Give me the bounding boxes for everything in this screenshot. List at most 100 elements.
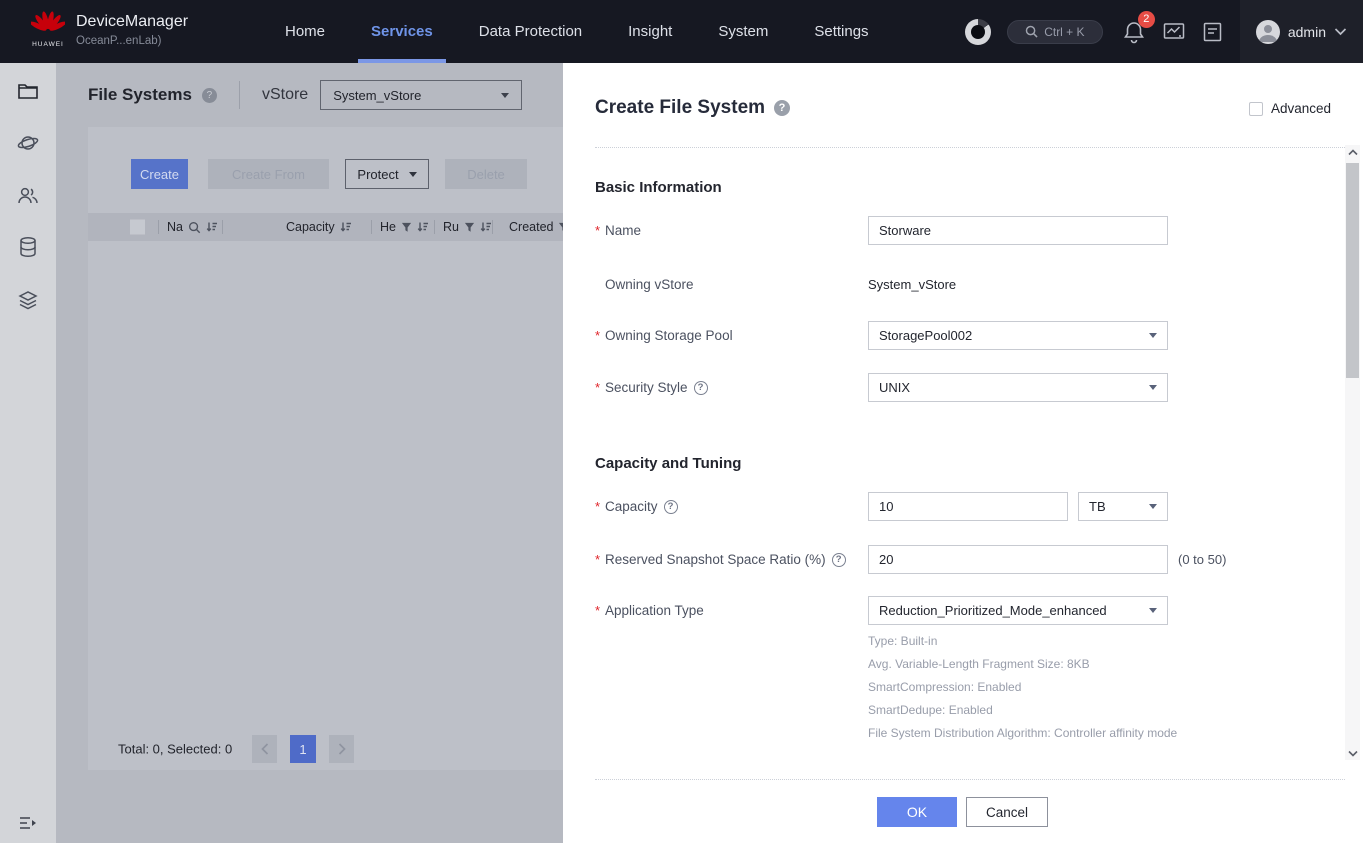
ok-button[interactable]: OK: [877, 797, 957, 827]
topbar: HUAWEI DeviceManager OceanP...enLab) Hom…: [0, 0, 1363, 63]
advanced-toggle[interactable]: Advanced: [1249, 101, 1331, 116]
huawei-logo: HUAWEI: [26, 9, 70, 48]
column-name[interactable]: Na: [167, 220, 218, 234]
owning-pool-row: * Owning Storage Pool StoragePool002: [595, 321, 1345, 350]
alarms-button[interactable]: 2: [1123, 20, 1145, 44]
sort-icon[interactable]: [340, 221, 352, 233]
detail-line: File System Distribution Algorithm: Cont…: [868, 722, 1177, 745]
folder-icon: [17, 81, 39, 101]
vstore-select[interactable]: System_vStore: [320, 80, 522, 110]
column-health[interactable]: He: [380, 220, 429, 234]
performance-button[interactable]: [1163, 22, 1185, 42]
advanced-checkbox[interactable]: [1249, 102, 1263, 116]
sidebar-collapse-button[interactable]: [19, 816, 37, 835]
column-created[interactable]: Created: [509, 220, 569, 234]
security-style-select[interactable]: UNIX: [868, 373, 1168, 402]
application-type-select[interactable]: Reduction_Prioritized_Mode_enhanced: [868, 596, 1168, 625]
tasks-button[interactable]: [1203, 22, 1222, 42]
dialog-scrollbar[interactable]: [1345, 145, 1360, 760]
filter-icon[interactable]: [464, 222, 475, 233]
nav-system[interactable]: System: [695, 0, 791, 63]
caret-down-icon: [1149, 504, 1157, 509]
scroll-up-button[interactable]: [1345, 145, 1360, 159]
sidebar-item-resources[interactable]: [14, 285, 42, 313]
security-style-label: * Security Style ?: [595, 380, 868, 395]
chevron-left-icon: [261, 743, 269, 755]
search-icon: [1025, 25, 1038, 38]
capacity-tuning-heading: Capacity and Tuning: [595, 455, 741, 472]
capacity-input[interactable]: [868, 492, 1068, 521]
protect-button[interactable]: Protect: [345, 159, 429, 189]
top-divider: [595, 147, 1345, 148]
security-style-row: * Security Style ? UNIX: [595, 373, 1345, 402]
scroll-down-button[interactable]: [1345, 746, 1360, 760]
sort-icon[interactable]: [206, 221, 218, 233]
name-input[interactable]: [868, 216, 1168, 245]
pagination-page-1[interactable]: 1: [290, 735, 316, 763]
owning-pool-select[interactable]: StoragePool002: [868, 321, 1168, 350]
task-list-icon: [1203, 22, 1222, 42]
detail-line: Type: Built-in: [868, 630, 1177, 653]
snapshot-ratio-help-icon[interactable]: ?: [832, 553, 846, 567]
sort-icon[interactable]: [480, 221, 492, 233]
sidebar-item-filesystems[interactable]: [14, 77, 42, 105]
required-marker: *: [595, 328, 605, 343]
chevron-up-icon: [1348, 149, 1358, 156]
application-type-details: Type: Built-in Avg. Variable-Length Frag…: [868, 630, 1177, 745]
global-search[interactable]: Ctrl + K: [1007, 20, 1103, 44]
filter-icon[interactable]: [401, 222, 412, 233]
chevron-down-icon: [1348, 750, 1358, 757]
database-icon: [18, 236, 38, 258]
bottom-divider: [595, 779, 1345, 780]
required-marker: *: [595, 499, 605, 514]
scrollbar-thumb[interactable]: [1346, 163, 1359, 378]
column-capacity[interactable]: Capacity: [286, 220, 352, 234]
nav-settings[interactable]: Settings: [791, 0, 891, 63]
create-filesystem-dialog: Create File System ? Advanced Basic Info…: [563, 63, 1363, 843]
caret-down-icon: [1149, 608, 1157, 613]
owning-vstore-label: Owning vStore: [595, 277, 868, 292]
caret-down-icon: [501, 93, 509, 98]
security-help-icon[interactable]: ?: [694, 381, 708, 395]
create-from-button[interactable]: Create From: [208, 159, 329, 189]
capacity-ring-icon[interactable]: [965, 19, 991, 45]
sidebar-item-network[interactable]: [14, 129, 42, 157]
chevron-down-icon: [1334, 27, 1347, 36]
sidebar-item-storage-pools[interactable]: [14, 233, 42, 261]
advanced-label: Advanced: [1271, 101, 1331, 116]
cancel-button[interactable]: Cancel: [966, 797, 1048, 827]
top-navigation: Home Services Data Protection Insight Sy…: [262, 0, 892, 63]
delete-button[interactable]: Delete: [445, 159, 527, 189]
caret-down-icon: [409, 172, 417, 177]
nav-services[interactable]: Services: [348, 0, 456, 63]
owning-vstore-row: Owning vStore System_vStore: [595, 270, 1345, 299]
page-help-icon[interactable]: ?: [202, 88, 217, 103]
pagination-next-button[interactable]: [329, 735, 354, 763]
username: admin: [1288, 24, 1326, 40]
nav-home[interactable]: Home: [262, 0, 348, 63]
required-marker: *: [595, 603, 605, 618]
select-all-checkbox[interactable]: [130, 220, 145, 235]
column-search-icon[interactable]: [188, 221, 201, 234]
sidebar-item-tenants[interactable]: [14, 181, 42, 209]
capacity-unit-select[interactable]: TB: [1078, 492, 1168, 521]
capacity-help-icon[interactable]: ?: [664, 500, 678, 514]
vstore-selected-value: System_vStore: [333, 88, 421, 103]
column-running-status[interactable]: Ru: [443, 220, 492, 234]
name-label: * Name: [595, 223, 868, 238]
user-menu[interactable]: admin: [1240, 0, 1363, 63]
create-button[interactable]: Create: [131, 159, 188, 189]
nav-data-protection[interactable]: Data Protection: [456, 0, 605, 63]
brand-word: HUAWEI: [26, 41, 70, 48]
search-shortcut: Ctrl + K: [1044, 25, 1084, 39]
page-title: File Systems: [88, 85, 192, 105]
performance-chart-icon: [1163, 22, 1185, 42]
snapshot-ratio-input[interactable]: [868, 545, 1168, 574]
snapshot-ratio-hint: (0 to 50): [1178, 552, 1226, 567]
pagination-prev-button[interactable]: [252, 735, 277, 763]
required-marker: *: [595, 552, 605, 567]
user-icon: [1256, 20, 1280, 44]
sort-icon[interactable]: [417, 221, 429, 233]
dialog-help-icon[interactable]: ?: [774, 100, 790, 116]
nav-insight[interactable]: Insight: [605, 0, 695, 63]
